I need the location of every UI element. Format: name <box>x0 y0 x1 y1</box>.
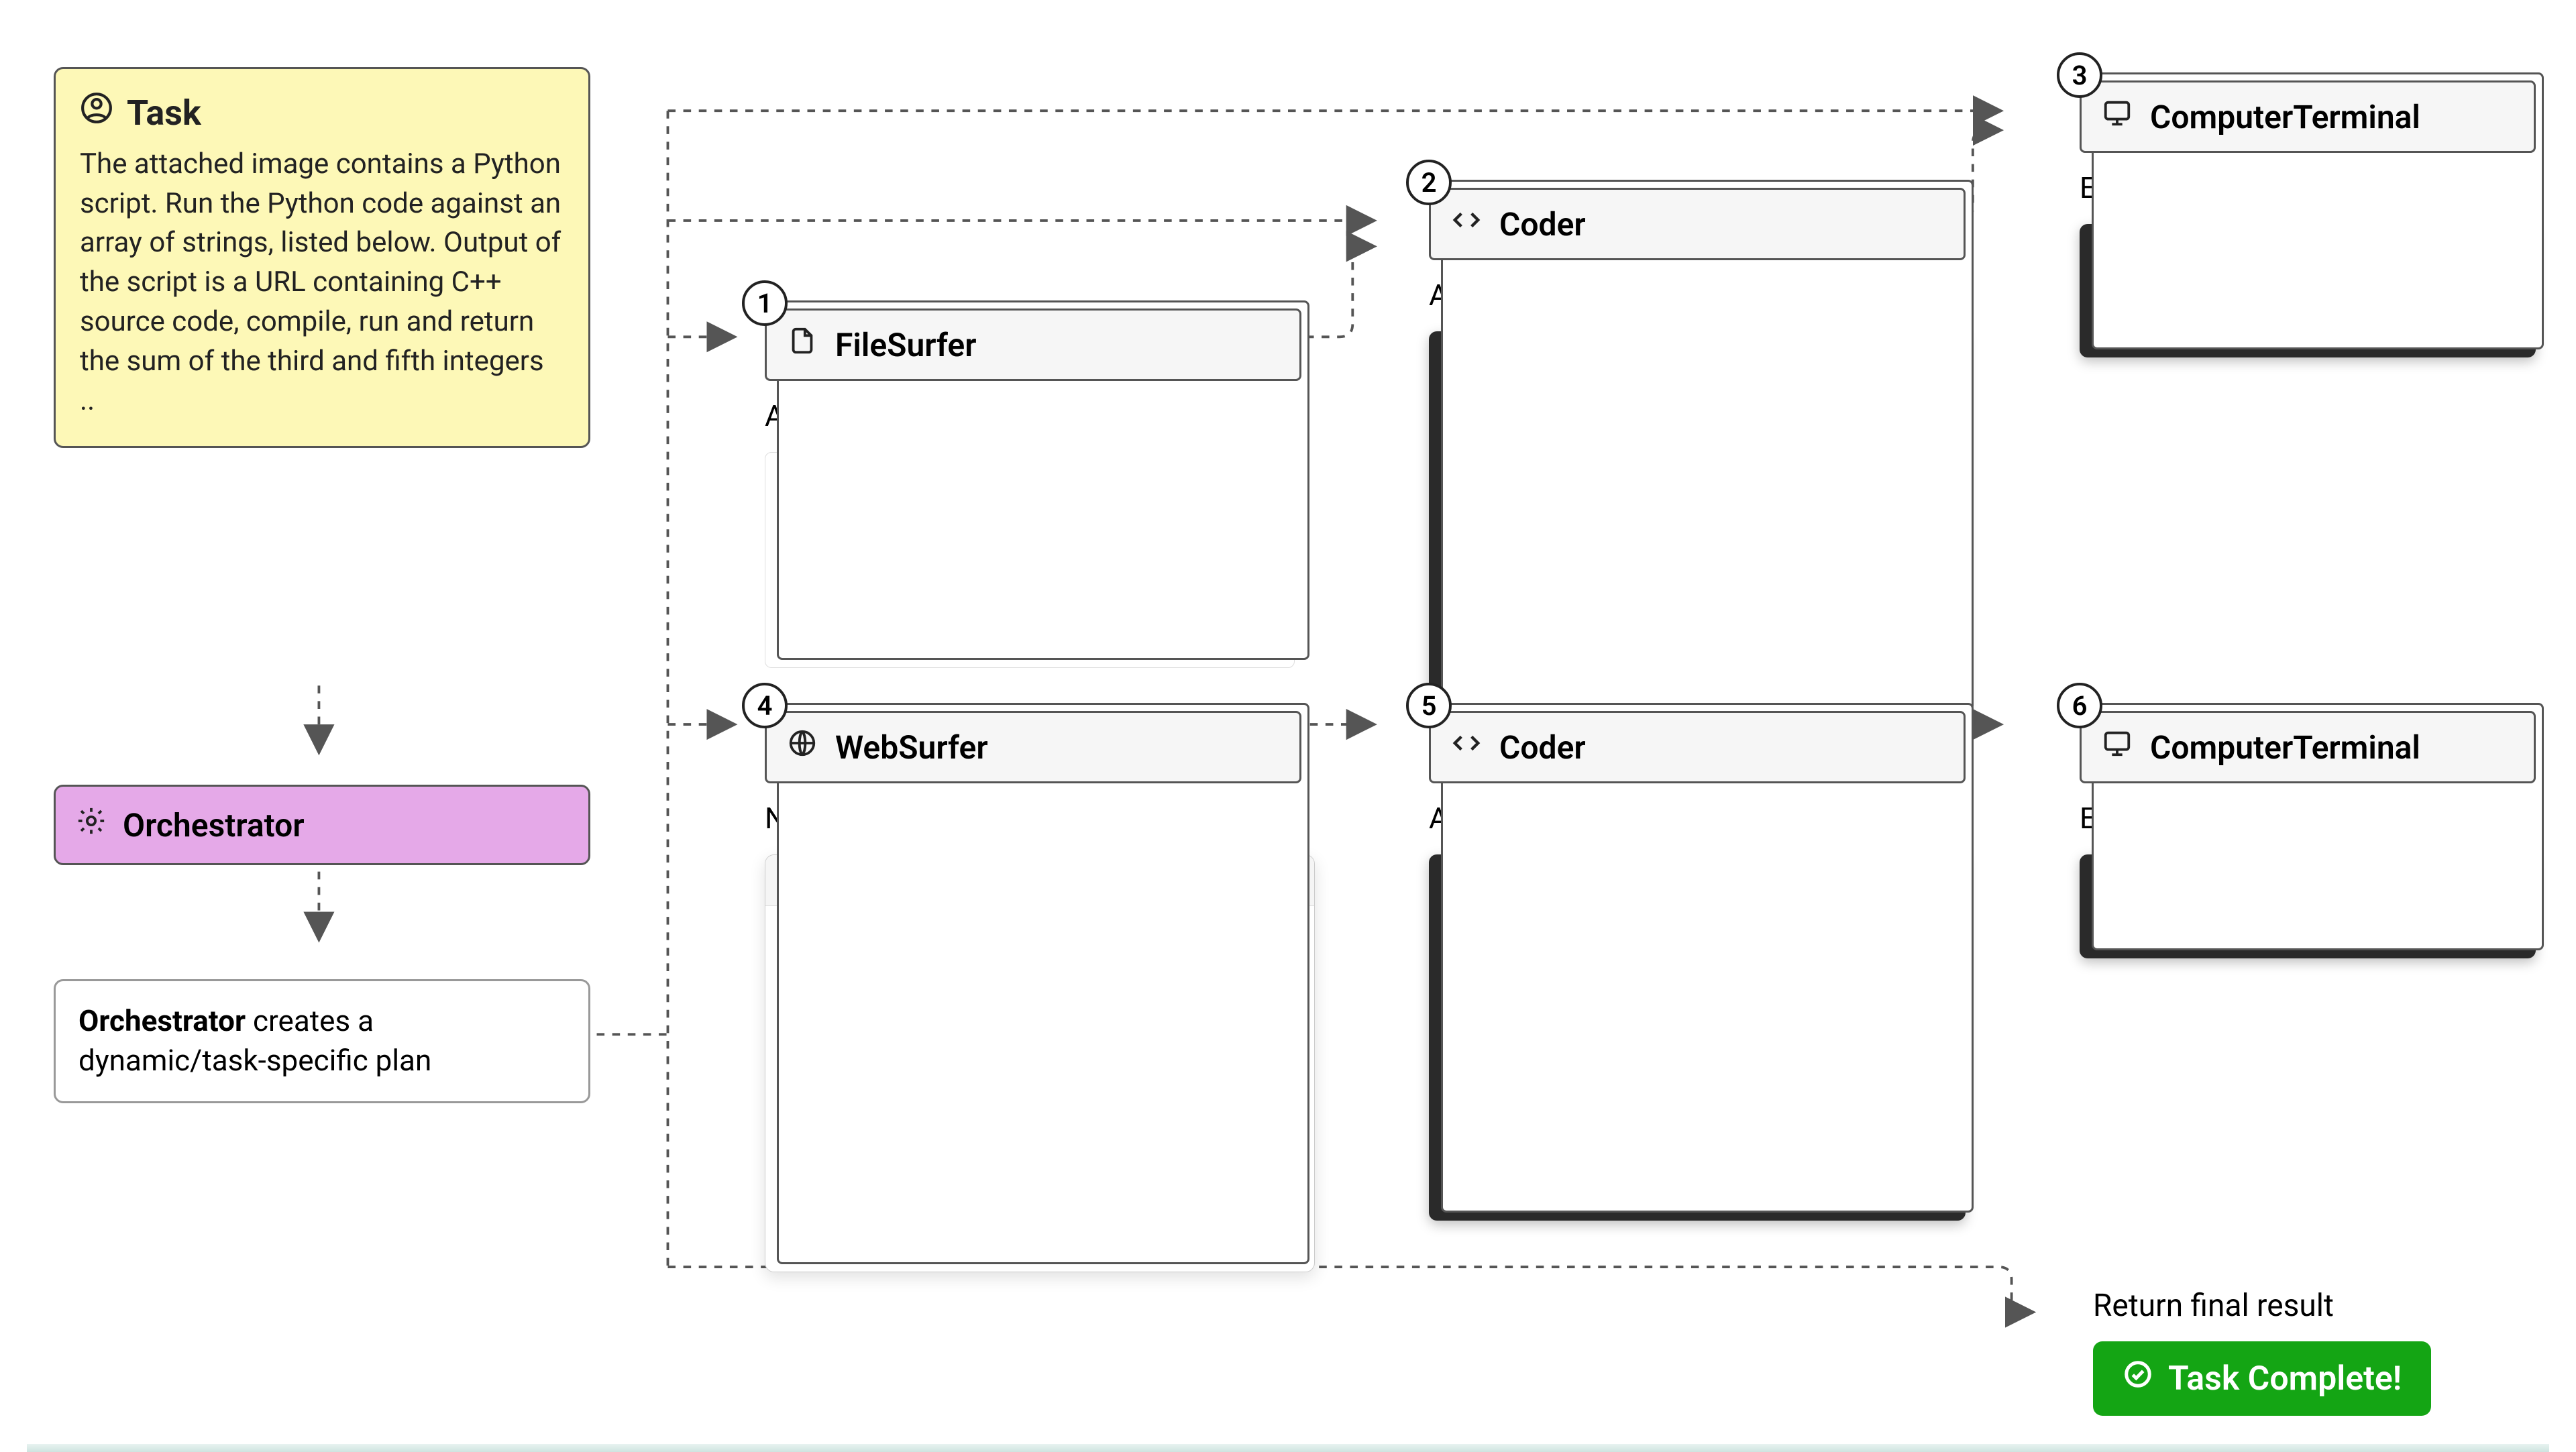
step-6: 6 ComputerTerminal Execute code 5 8 12 2… <box>2080 711 2536 958</box>
task-box: Task The attached image contains a Pytho… <box>54 67 590 448</box>
step-label: ComputerTerminal <box>2150 98 2420 136</box>
step-label: FileSurfer <box>835 326 977 364</box>
check-circle-icon <box>2123 1359 2153 1398</box>
step-3: 3 ComputerTerminal Execute code https://… <box>2080 80 2536 357</box>
step-4: 4 WebSurfer Navigate to url, extract C++… <box>765 711 1301 1272</box>
task-title: Task <box>127 89 201 138</box>
bottom-gradient-bar <box>27 1444 2549 1452</box>
step-label: Coder <box>1499 728 1586 767</box>
orchestrator-box: Orchestrator <box>54 785 590 865</box>
file-icon <box>787 325 818 364</box>
task-body: The attached image contains a Python scr… <box>80 145 561 421</box>
user-icon <box>80 89 113 138</box>
step-number-badge: 1 <box>742 280 788 326</box>
code-icon <box>1451 205 1482 243</box>
step-label: WebSurfer <box>835 728 988 767</box>
gear-icon <box>76 805 107 844</box>
step-label: ComputerTerminal <box>2150 728 2420 767</box>
step-2: 2 Coder Analyze Python code from image a… <box>1429 188 1966 719</box>
step-number-badge: 3 <box>2057 52 2102 98</box>
terminal-icon <box>2102 97 2133 136</box>
orchestrator-label: Orchestrator <box>123 806 305 844</box>
step-number-badge: 4 <box>742 683 788 728</box>
step-number-badge: 2 <box>1406 160 1452 205</box>
final-label: Return final result <box>2093 1288 2334 1324</box>
diagram-canvas: Task The attached image contains a Pytho… <box>27 27 2549 1425</box>
step-5: 5 Coder Analyze C++ code #include <iostr… <box>1429 711 1966 1221</box>
step-label: Coder <box>1499 205 1586 243</box>
step-number-badge: 5 <box>1406 683 1452 728</box>
globe-icon <box>787 728 818 767</box>
code-icon <box>1451 728 1482 767</box>
task-complete-button[interactable]: Task Complete! <box>2093 1341 2431 1416</box>
plan-bold: Orchestrator <box>78 1003 246 1038</box>
terminal-icon <box>2102 728 2133 767</box>
step-number-badge: 6 <box>2057 683 2102 728</box>
plan-box: Orchestrator creates a dynamic/task-spec… <box>54 979 590 1103</box>
step-1: 1 FileSurfer Access Image, extract code … <box>765 309 1301 668</box>
